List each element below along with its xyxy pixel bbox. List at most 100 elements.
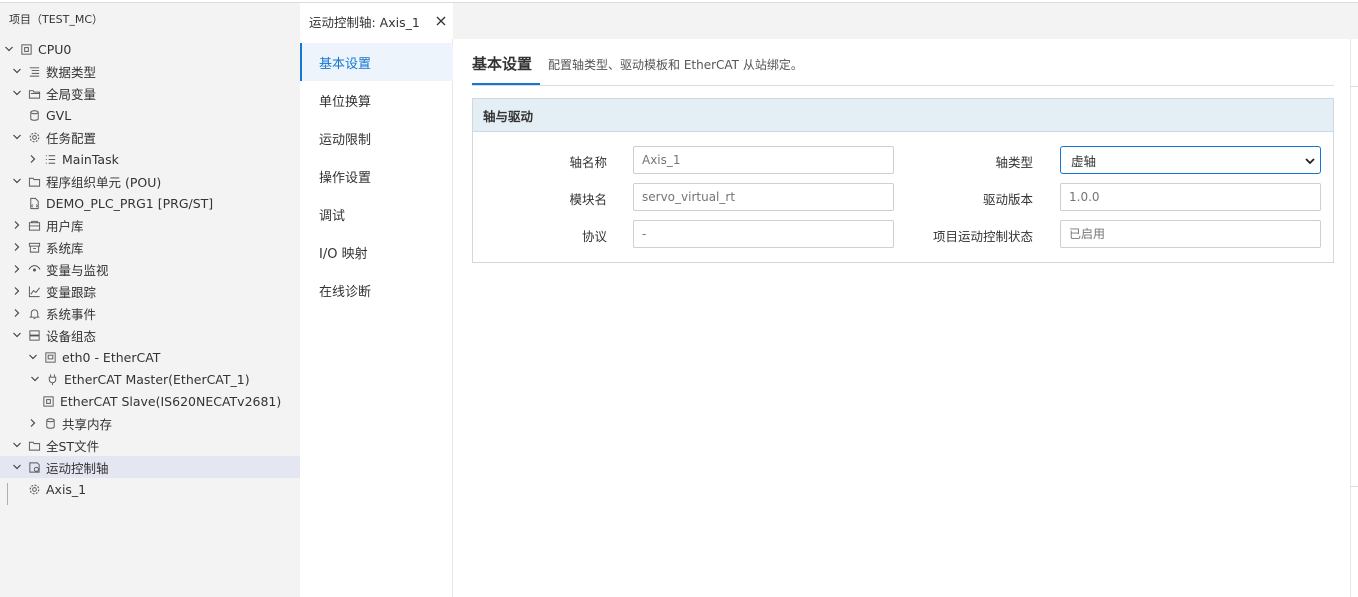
- close-icon[interactable]: [435, 15, 447, 27]
- axis-type-value: 虚轴: [1071, 153, 1097, 169]
- tree-item[interactable]: 数据类型: [0, 60, 300, 82]
- chevron-down-icon[interactable]: [11, 439, 23, 451]
- chevron-down-icon[interactable]: [3, 43, 15, 55]
- tree-item[interactable]: MainTask: [0, 148, 300, 170]
- tree-item-label: GVL: [46, 107, 72, 123]
- tree-item[interactable]: 变量跟踪: [0, 280, 300, 302]
- tree-item-label: 全局变量: [46, 86, 97, 102]
- chevron-right-icon[interactable]: [11, 307, 23, 319]
- settings-nav: 基本设置 单位换算 运动限制 操作设置 调试 I/O 映射 在线诊断: [300, 39, 453, 597]
- protocol-label: 协议: [581, 229, 607, 244]
- tree-item[interactable]: DEMO_PLC_PRG1 [PRG/ST]: [0, 192, 300, 214]
- tree-item[interactable]: 设备组态: [0, 324, 300, 346]
- chevron-down-icon[interactable]: [11, 175, 23, 187]
- editor-tab-bar: 运动控制轴: Axis_1: [300, 3, 1358, 40]
- tree-item[interactable]: 任务配置: [0, 126, 300, 148]
- plug-icon: [45, 372, 59, 386]
- nav-online-diagnostics[interactable]: 在线诊断: [300, 271, 453, 309]
- tree-item[interactable]: CPU0: [0, 38, 300, 60]
- chevron-down-icon[interactable]: [11, 87, 23, 99]
- type-list-icon: [27, 64, 41, 78]
- tree-item[interactable]: 全ST文件: [0, 434, 300, 456]
- mc-status-label: 项目运动控制状态: [932, 229, 1033, 244]
- tree-item[interactable]: 系统事件: [0, 302, 300, 324]
- package-icon: [27, 218, 41, 232]
- axis-name-input[interactable]: [633, 146, 894, 174]
- chevron-right-icon[interactable]: [11, 263, 23, 275]
- nav-unit-conversion[interactable]: 单位换算: [300, 81, 453, 119]
- tree-item-label: 运动控制轴: [46, 460, 109, 476]
- database-icon: [43, 416, 57, 430]
- chevron-right-icon[interactable]: [11, 219, 23, 231]
- main-content: 基本设置 配置轴类型、驱动模板和 EtherCAT 从站绑定。 轴与驱动 轴名称…: [454, 39, 1358, 597]
- tree-item-label: 系统事件: [46, 306, 97, 322]
- tree-item-label: DEMO_PLC_PRG1 [PRG/ST]: [46, 195, 214, 211]
- server-icon: [27, 328, 41, 342]
- nav-debug[interactable]: 调试: [300, 195, 453, 233]
- chevron-down-icon[interactable]: [11, 461, 23, 473]
- driver-version-label: 驱动版本: [982, 192, 1033, 207]
- nav-operation-settings[interactable]: 操作设置: [300, 157, 453, 195]
- chevron-down-icon[interactable]: [11, 131, 23, 143]
- bell-icon: [27, 306, 41, 320]
- gear-icon: [27, 482, 41, 496]
- tree-item[interactable]: 共享内存: [0, 412, 300, 434]
- chevron-down-icon[interactable]: [27, 351, 39, 363]
- tree-item-label: MainTask: [62, 151, 119, 167]
- tree-item-label: EtherCAT Slave(IS620NECATv2681): [60, 393, 282, 409]
- nav-motion-limits[interactable]: 运动限制: [300, 119, 453, 157]
- tree-item[interactable]: 变量与监视: [0, 258, 300, 280]
- tree-item[interactable]: EtherCAT Slave(IS620NECATv2681): [0, 390, 300, 412]
- right-scroll-edge: [1350, 39, 1351, 597]
- axis-type-select[interactable]: 虚轴: [1060, 146, 1321, 174]
- axis-gear-icon: [27, 460, 41, 474]
- archive-icon: [27, 240, 41, 254]
- tab-axis-1[interactable]: 运动控制轴: Axis_1: [300, 3, 453, 40]
- tree-item[interactable]: 程序组织单元 (POU): [0, 170, 300, 192]
- tree-item[interactable]: 用户库: [0, 214, 300, 236]
- tree-item[interactable]: GVL: [0, 104, 300, 126]
- module-name-input[interactable]: [633, 183, 894, 211]
- page-title: 基本设置: [472, 55, 533, 73]
- tree-item-label: EtherCAT Master(EtherCAT_1): [64, 371, 250, 387]
- axis-drive-panel: 轴与驱动 轴名称 模块名 协议 轴类型 虚轴 驱动版本 项目运动控制状态: [472, 98, 1334, 263]
- folder-icon: [27, 438, 41, 452]
- chevron-right-icon[interactable]: [27, 417, 39, 429]
- chevron-right-icon[interactable]: [27, 153, 39, 165]
- chip-icon: [41, 394, 55, 408]
- right-edge-tick: [1350, 86, 1358, 87]
- axis-type-label: 轴类型: [995, 155, 1033, 170]
- tree-item[interactable]: 运动控制轴: [0, 456, 300, 478]
- module-name-label: 模块名: [569, 192, 607, 207]
- tree-item-label: 用户库: [46, 218, 84, 234]
- heading-divider: [472, 85, 1334, 86]
- code-file-icon: [27, 196, 41, 210]
- axis-name-label: 轴名称: [569, 155, 607, 170]
- nav-basic-settings[interactable]: 基本设置: [300, 43, 453, 81]
- tree-item-label: 变量与监视: [46, 262, 109, 278]
- tree-item-label: 数据类型: [46, 64, 97, 80]
- folder-icon: [27, 174, 41, 188]
- tree-item[interactable]: eth0 - EtherCAT: [0, 346, 300, 368]
- chevron-right-icon[interactable]: [11, 241, 23, 253]
- mc-status-input[interactable]: [1060, 220, 1321, 248]
- chevron-right-icon[interactable]: [11, 285, 23, 297]
- tree-item-label: eth0 - EtherCAT: [62, 349, 161, 365]
- tree-item-label: 系统库: [46, 240, 84, 256]
- network-card-icon: [43, 350, 57, 364]
- tree-item[interactable]: 系统库: [0, 236, 300, 258]
- tree-item[interactable]: 全局变量: [0, 82, 300, 104]
- panel-title: 轴与驱动: [473, 99, 1333, 132]
- chevron-down-icon: [1304, 155, 1316, 167]
- protocol-input[interactable]: [633, 220, 894, 248]
- tree-item[interactable]: Axis_1: [0, 478, 300, 500]
- page-description: 配置轴类型、驱动模板和 EtherCAT 从站绑定。: [548, 58, 803, 72]
- tree-item[interactable]: EtherCAT Master(EtherCAT_1): [0, 368, 300, 390]
- driver-version-input[interactable]: [1060, 183, 1321, 211]
- nav-io-mapping[interactable]: I/O 映射: [300, 233, 453, 271]
- chevron-down-icon[interactable]: [11, 329, 23, 341]
- tree-item-label: Axis_1: [46, 481, 87, 497]
- chevron-down-icon[interactable]: [11, 65, 23, 77]
- task-list-icon: [43, 152, 57, 166]
- chevron-down-icon[interactable]: [29, 373, 41, 385]
